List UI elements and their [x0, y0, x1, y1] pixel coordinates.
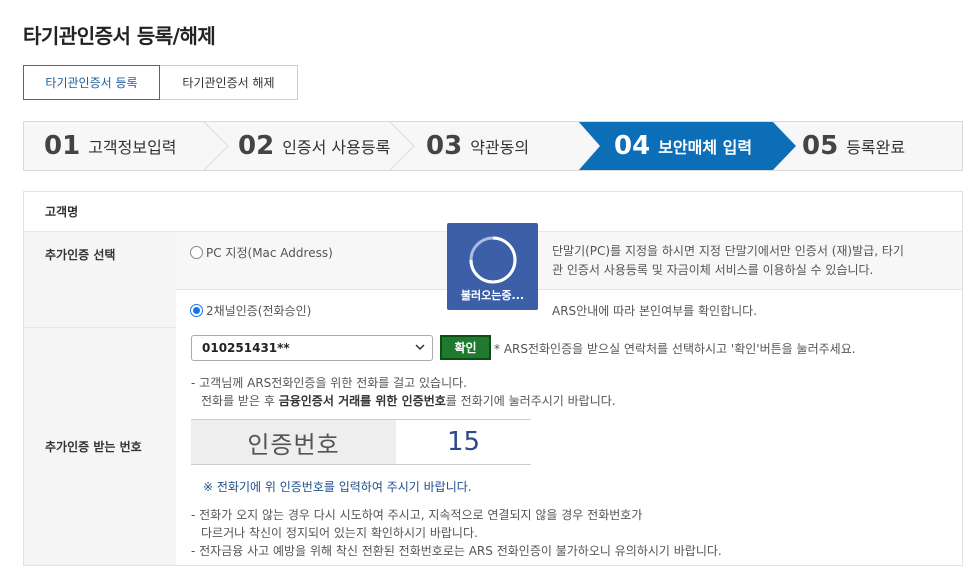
- radio-ars[interactable]: [190, 304, 203, 317]
- step-4-active: 04 보안매체 입력: [614, 131, 753, 161]
- customer-name-value: [176, 192, 962, 231]
- option-ars-label: 2채널인증(전화승인): [206, 304, 312, 318]
- confirm-hint: * ARS전화인증을 받으실 연락처를 선택하시고 '확인'버튼을 눌러주세요.: [494, 342, 856, 356]
- step-1: 01 고객정보입력: [44, 131, 177, 161]
- step-2: 02 인증서 사용등록: [238, 131, 391, 161]
- option-pc[interactable]: PC 지정(Mac Address): [190, 244, 333, 261]
- tab-bar: 타기관인증서 등록 타기관인증서 해제: [23, 65, 298, 100]
- phone-row: 추가인증 받는 번호 010251431** 확인 * ARS전화인증을 받으실…: [24, 328, 962, 565]
- option-pc-desc-2: 관 인증서 사용등록 및 자금이체 서비스를 이용하실 수 있습니다.: [552, 263, 874, 277]
- step-indicator: 01 고객정보입력 02 인증서 사용등록 03 약관동의 04 보안매체 입력…: [23, 121, 963, 171]
- page-title: 타기관인증서 등록/해제: [23, 24, 216, 48]
- step-3: 03 약관동의: [426, 131, 530, 161]
- option-ars[interactable]: 2채널인증(전화승인): [190, 302, 311, 319]
- auth-code-box: 인증번호 15: [191, 419, 531, 465]
- customer-name-label: 고객명: [24, 192, 176, 231]
- step-5: 05 등록완료: [802, 131, 906, 161]
- note-2: - 전자금융 사고 예방을 위해 착신 전환된 전화번호로는 ARS 전화인증이…: [191, 544, 722, 558]
- phone-select-value: 010251431**: [202, 341, 290, 355]
- note-1-line-1: - 전화가 오지 않는 경우 다시 시도하여 주시고, 지속적으로 연결되지 않…: [191, 508, 643, 522]
- call-notice-2: 전화를 받은 후 금융인증서 거래를 위한 인증번호를 전화기에 눌러주시기 바…: [201, 394, 616, 408]
- chevron-down-icon: [415, 344, 425, 351]
- phone-label: 추가인증 받는 번호: [24, 328, 176, 565]
- code-instruction: ※ 전화기에 위 인증번호를 입력하여 주시기 바랍니다.: [203, 480, 472, 494]
- option-ars-row: 2채널인증(전화승인) ARS안내에 따라 본인여부를 확인합니다.: [176, 289, 962, 328]
- auth-code-label: 인증번호: [191, 420, 396, 464]
- loading-text: 불러오는중...: [460, 289, 525, 302]
- tab-unregister[interactable]: 타기관인증서 해제: [160, 65, 298, 100]
- loading-overlay: 불러오는중...: [447, 223, 538, 310]
- option-pc-desc-1: 단말기(PC)를 지정을 하시면 지정 단말기에서만 인증서 (재)발급, 타기: [552, 244, 904, 258]
- auth-select-label: 추가인증 선택: [24, 232, 176, 327]
- option-ars-desc: ARS안내에 따라 본인여부를 확인합니다.: [552, 304, 758, 318]
- auth-code-value: 15: [446, 427, 481, 457]
- option-pc-label: PC 지정(Mac Address): [206, 246, 333, 260]
- confirm-button[interactable]: 확인: [440, 335, 491, 360]
- tab-register[interactable]: 타기관인증서 등록: [23, 65, 160, 100]
- phone-select[interactable]: 010251431**: [191, 335, 433, 361]
- radio-pc[interactable]: [190, 246, 203, 259]
- call-notice-1: - 고객님께 ARS전화인증을 위한 전화를 걸고 있습니다.: [191, 376, 467, 390]
- note-1-line-2: 다르거나 착신이 정지되어 있는지 확인하시기 바랍니다.: [201, 526, 478, 540]
